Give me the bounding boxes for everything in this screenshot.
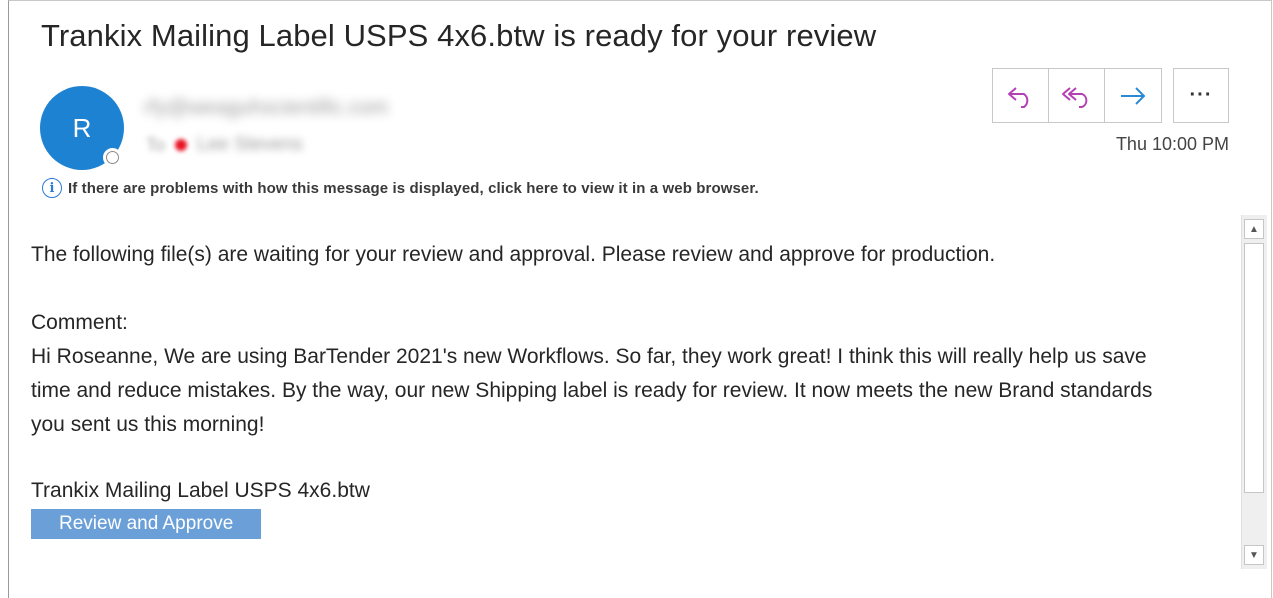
file-name: Trankix Mailing Label USPS 4x6.btw — [31, 479, 370, 502]
reply-button[interactable] — [993, 69, 1049, 122]
scroll-thumb[interactable] — [1244, 243, 1264, 493]
forward-icon — [1121, 86, 1145, 105]
reply-icon — [1007, 86, 1028, 108]
recipient-status-icon — [175, 139, 188, 151]
message-subject: Trankix Mailing Label USPS 4x6.btw is re… — [41, 18, 877, 53]
reply-all-icon — [1061, 86, 1087, 108]
review-and-approve-button[interactable]: Review and Approve — [31, 509, 262, 539]
message-timestamp: Thu 10:00 PM — [1115, 134, 1229, 154]
scroll-up-button[interactable]: ▲ — [1244, 219, 1264, 239]
reply-all-button[interactable] — [1049, 69, 1105, 122]
forward-button[interactable] — [1105, 69, 1161, 122]
info-icon: i — [42, 178, 62, 198]
presence-status-icon — [103, 148, 122, 167]
message-body: The following file(s) are waiting for yo… — [31, 238, 1231, 540]
sender-address[interactable]: rfy@weaguhscientific.com — [144, 96, 388, 120]
recipient-row: To Lee Stevens — [146, 134, 303, 156]
avatar-initial: R — [72, 112, 92, 143]
more-actions-button[interactable]: ··· — [1173, 68, 1229, 123]
comment-text: Hi Roseanne, We are using BarTender 2021… — [31, 345, 1153, 436]
vertical-scrollbar[interactable]: ▲ ▼ — [1241, 215, 1267, 569]
info-bar-text[interactable]: If there are problems with how this mess… — [68, 180, 759, 197]
recipient-name[interactable]: Lee Stevens — [197, 134, 303, 156]
response-actions — [992, 68, 1162, 123]
body-intro: The following file(s) are waiting for yo… — [31, 243, 996, 266]
to-label: To — [146, 134, 166, 155]
comment-label: Comment: — [31, 311, 128, 334]
scroll-down-button[interactable]: ▼ — [1244, 545, 1264, 565]
info-bar[interactable]: i If there are problems with how this me… — [42, 178, 759, 198]
